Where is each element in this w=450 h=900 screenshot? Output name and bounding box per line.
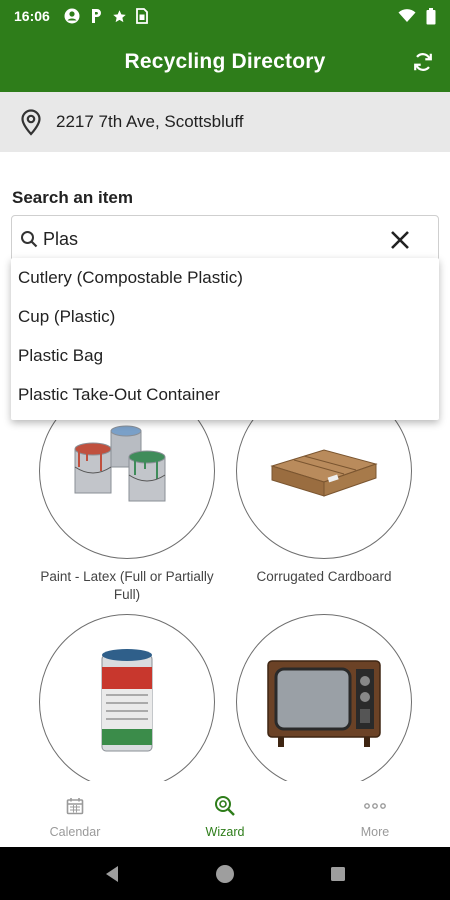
- home-icon[interactable]: [215, 864, 235, 884]
- wizard-search-icon: [214, 795, 236, 817]
- paint-cans-icon: [74, 425, 166, 502]
- calendar-icon: [64, 795, 86, 817]
- cardboard-box-icon: [270, 449, 378, 497]
- search-query: Plas: [43, 228, 79, 249]
- system-nav-bar: [0, 847, 450, 900]
- item-image-circle: [236, 614, 412, 790]
- location-bar[interactable]: 2217 7th Ave, Scottsbluff: [0, 92, 450, 152]
- more-dots-icon: [364, 795, 386, 817]
- nav-item-wizard[interactable]: Wizard: [150, 781, 300, 847]
- suggestion-item[interactable]: Cutlery (Compostable Plastic): [11, 258, 439, 297]
- search-label: Search an item: [12, 188, 133, 207]
- suggestions-dropdown: Cutlery (Compostable Plastic) Cup (Plast…: [11, 258, 439, 420]
- refresh-button[interactable]: [410, 49, 436, 75]
- back-icon[interactable]: [104, 865, 120, 883]
- item-card-tv[interactable]: [236, 614, 412, 799]
- aerosol-can-icon: [101, 649, 153, 752]
- close-icon: [391, 231, 409, 249]
- refresh-icon: [414, 53, 432, 71]
- battery-icon: [426, 7, 436, 24]
- location-pin-icon: [18, 108, 44, 136]
- nav-label-calendar: Calendar: [49, 825, 101, 839]
- suggestion-item[interactable]: Cup (Plastic): [11, 297, 439, 336]
- sim-card-icon: [135, 8, 148, 24]
- search-icon: [19, 229, 39, 249]
- account-circle-icon: [64, 8, 80, 24]
- suggestion-item[interactable]: Plastic Bag: [11, 336, 439, 375]
- wifi-icon: [398, 9, 416, 22]
- clear-search-button[interactable]: [388, 228, 412, 252]
- star-icon: [113, 9, 126, 22]
- app-bar: Recycling Directory: [0, 32, 450, 92]
- nav-item-calendar[interactable]: Calendar: [0, 781, 150, 847]
- suggestion-item[interactable]: Plastic Take-Out Container: [11, 375, 439, 414]
- app-root: 16:06 Recycling Directory 2217 7th Ave, …: [0, 0, 450, 900]
- item-card-can[interactable]: [39, 614, 215, 799]
- nav-label-wizard: Wizard: [205, 825, 245, 839]
- status-bar: 16:06: [0, 0, 450, 32]
- location-address: 2217 7th Ave, Scottsbluff: [56, 112, 244, 131]
- app-title: Recycling Directory: [124, 50, 326, 73]
- nav-label-more: More: [360, 825, 390, 839]
- item-label: Paint - Latex (Full or Partially Full): [40, 569, 214, 602]
- item-label: Corrugated Cardboard: [256, 569, 392, 584]
- item-image-circle: [39, 614, 215, 790]
- status-time: 16:06: [14, 8, 50, 24]
- parking-icon: [91, 9, 101, 23]
- television-icon: [267, 659, 381, 747]
- nav-item-more[interactable]: More: [300, 781, 450, 847]
- bottom-nav: Calendar Wizard More: [0, 781, 450, 847]
- recents-icon[interactable]: [330, 866, 346, 882]
- search-input[interactable]: Plas: [11, 215, 439, 263]
